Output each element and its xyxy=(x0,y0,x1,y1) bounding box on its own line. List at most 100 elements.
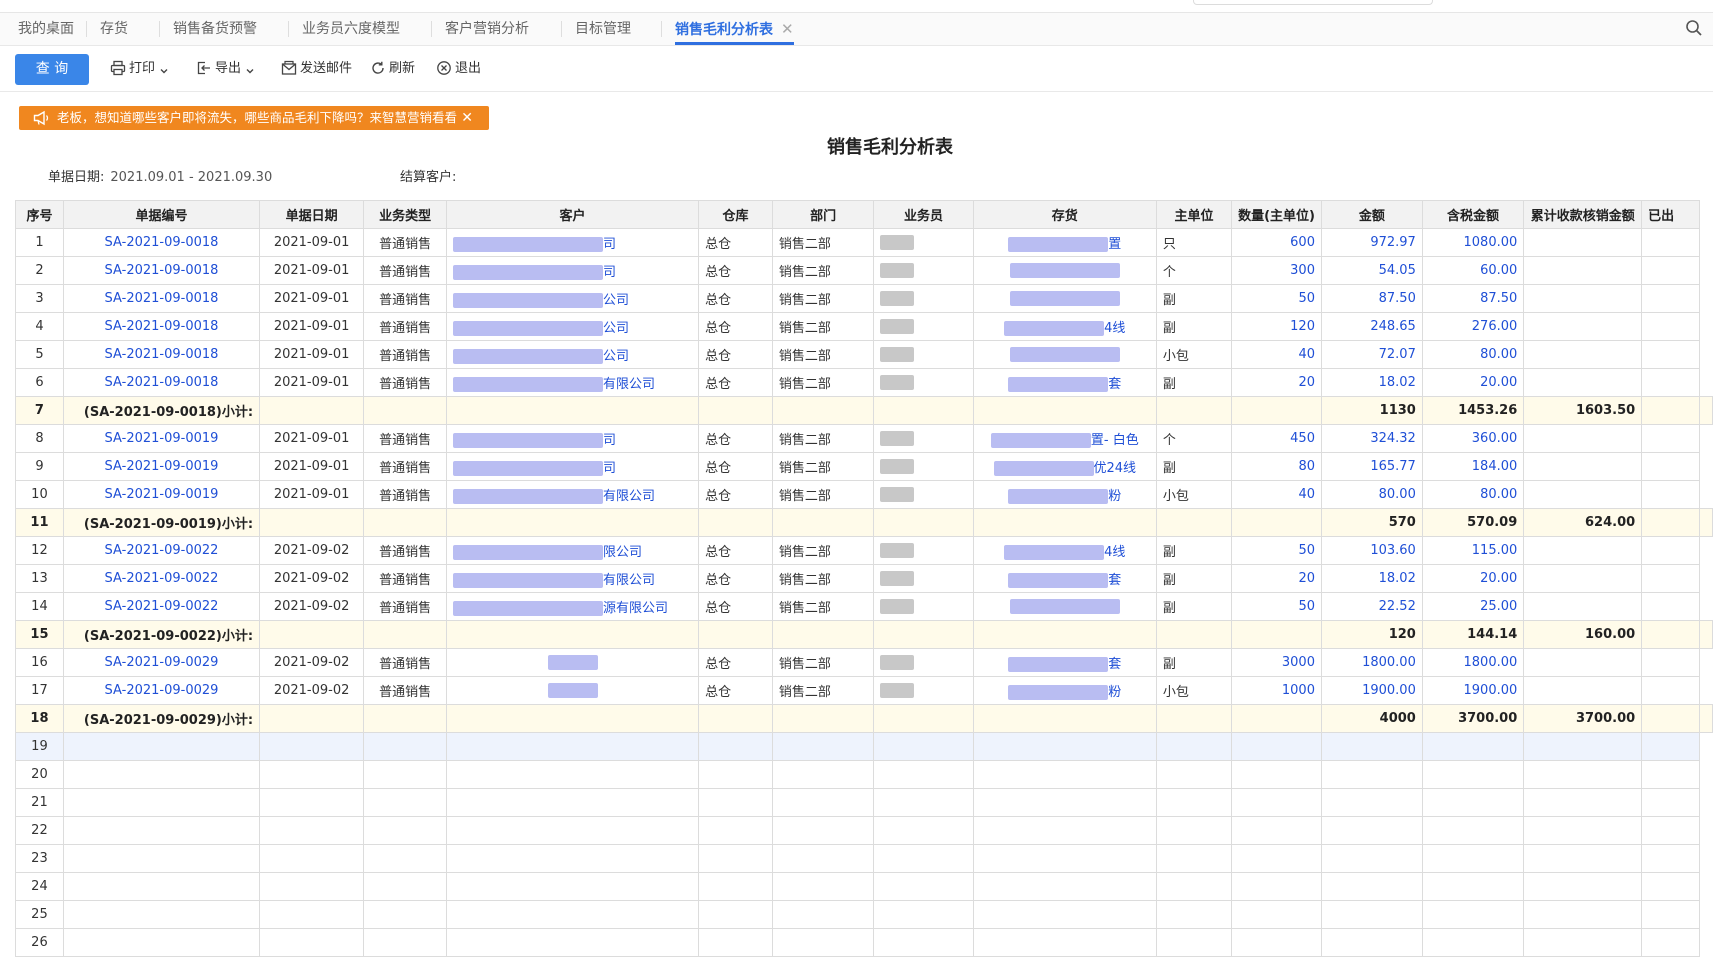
doc-number-link[interactable]: SA-2021-09-0029 xyxy=(62,648,261,677)
tab-1[interactable]: 我的桌面 xyxy=(18,13,74,45)
subtotal-row[interactable]: 18 (SA-2021-09-0029)小计: 4000 3700.00 3700.00 xyxy=(15,704,1713,733)
table-row[interactable]: 16 SA-2021-09-0029 2021-09-02 普通销售 总仓 销售二部 套 副 3… xyxy=(15,648,1713,677)
tab-6[interactable]: 目标管理 xyxy=(575,13,631,45)
table-row[interactable]: 26 xyxy=(15,928,1713,957)
column-header[interactable]: 业务类型 xyxy=(363,200,447,229)
column-header[interactable]: 单据日期 xyxy=(259,200,365,229)
column-header[interactable]: 业务员 xyxy=(873,200,974,229)
inventory-cell[interactable]: 置- 白色 xyxy=(972,424,1157,453)
customer-cell[interactable]: 源有限公司 xyxy=(445,592,700,621)
column-header[interactable]: 客户 xyxy=(445,200,700,229)
table-row[interactable]: 22 xyxy=(15,816,1713,845)
table-row[interactable]: 14 SA-2021-09-0022 2021-09-02 普通销售 源有限公司 总仓 销售… xyxy=(15,592,1713,621)
tab-5[interactable]: 客户营销分析 xyxy=(445,13,529,45)
doc-number-link[interactable]: SA-2021-09-0018 xyxy=(62,284,261,313)
print-button[interactable]: 打印 xyxy=(110,60,172,78)
table-row[interactable]: 4 SA-2021-09-0018 2021-09-01 普通销售 公司 总仓 销售二部 4线… xyxy=(15,312,1713,341)
table-row[interactable]: 6 SA-2021-09-0018 2021-09-01 普通销售 有限公司 总仓 销售二部… xyxy=(15,368,1713,397)
doc-number-link[interactable]: SA-2021-09-0018 xyxy=(62,256,261,285)
customer-cell[interactable] xyxy=(445,648,700,677)
close-tab-icon[interactable]: ✕ xyxy=(781,20,794,38)
customer-cell[interactable]: 有限公司 xyxy=(445,564,700,593)
table-row[interactable]: 2 SA-2021-09-0018 2021-09-01 普通销售 司 总仓 销售二部 个 30… xyxy=(15,256,1713,285)
tab-2[interactable]: 存货 xyxy=(100,13,128,45)
doc-number-link[interactable]: SA-2021-09-0019 xyxy=(62,480,261,509)
customer-cell[interactable]: 公司 xyxy=(445,312,700,341)
customer-cell[interactable]: 公司 xyxy=(445,340,700,369)
doc-number-link[interactable]: SA-2021-09-0018 xyxy=(62,340,261,369)
doc-number-link[interactable]: SA-2021-09-0022 xyxy=(62,592,261,621)
doc-number-link[interactable]: SA-2021-09-0018 xyxy=(62,368,261,397)
inventory-cell[interactable]: 4线 xyxy=(972,312,1157,341)
doc-number-link[interactable]: SA-2021-09-0018 xyxy=(62,228,261,257)
inventory-cell[interactable]: 套 xyxy=(972,368,1157,397)
column-header[interactable]: 累计收款核销金额 xyxy=(1523,200,1643,229)
subtotal-row[interactable]: 15 (SA-2021-09-0022)小计: 120 144.14 160.00 xyxy=(15,620,1713,649)
query-button[interactable]: 查 询 xyxy=(15,54,89,85)
column-header[interactable]: 序号 xyxy=(15,200,64,229)
doc-number-link[interactable]: SA-2021-09-0018 xyxy=(62,312,261,341)
doc-number-link[interactable]: SA-2021-09-0019 xyxy=(62,424,261,453)
inventory-cell[interactable] xyxy=(972,284,1157,313)
column-header[interactable]: 仓库 xyxy=(698,200,773,229)
inventory-cell[interactable]: 粉 xyxy=(972,676,1157,705)
customer-cell[interactable]: 有限公司 xyxy=(445,368,700,397)
tab-4[interactable]: 业务员六度模型 xyxy=(302,13,400,45)
exit-button[interactable]: 退出 xyxy=(436,60,481,78)
customer-cell[interactable]: 有限公司 xyxy=(445,480,700,509)
customer-cell[interactable]: 司 xyxy=(445,424,700,453)
column-header[interactable]: 已出 xyxy=(1641,200,1700,229)
column-header[interactable]: 存货 xyxy=(972,200,1157,229)
customer-cell[interactable]: 限公司 xyxy=(445,536,700,565)
table-row[interactable]: 17 SA-2021-09-0029 2021-09-02 普通销售 总仓 销售二部 粉 小包… xyxy=(15,676,1713,705)
column-header[interactable]: 部门 xyxy=(771,200,875,229)
table-row[interactable]: 13 SA-2021-09-0022 2021-09-02 普通销售 有限公司 总仓 销售二… xyxy=(15,564,1713,593)
doc-number-link[interactable]: SA-2021-09-0029 xyxy=(62,676,261,705)
customer-cell[interactable]: 司 xyxy=(445,256,700,285)
column-header[interactable]: 主单位 xyxy=(1155,200,1233,229)
send-mail-button[interactable]: 发送邮件 xyxy=(281,60,352,78)
doc-number-link[interactable]: SA-2021-09-0019 xyxy=(62,452,261,481)
doc-number-link[interactable]: SA-2021-09-0022 xyxy=(62,536,261,565)
column-header[interactable]: 数量(主单位) xyxy=(1231,200,1322,229)
table-row[interactable]: 19 xyxy=(15,732,1713,761)
export-button[interactable]: 导出 xyxy=(196,60,258,78)
subtotal-row[interactable]: 7 (SA-2021-09-0018)小计: 1130 1453.26 1603.50 xyxy=(15,396,1713,425)
customer-cell[interactable] xyxy=(445,676,700,705)
subtotal-row[interactable]: 11 (SA-2021-09-0019)小计: 570 570.09 624.00 xyxy=(15,508,1713,537)
table-row[interactable]: 21 xyxy=(15,788,1713,817)
customer-cell[interactable]: 司 xyxy=(445,452,700,481)
column-header[interactable]: 含税金额 xyxy=(1421,200,1525,229)
search-icon[interactable] xyxy=(1685,19,1705,39)
customer-cell[interactable]: 司 xyxy=(445,228,700,257)
inventory-cell[interactable] xyxy=(972,592,1157,621)
table-row[interactable]: 23 xyxy=(15,844,1713,873)
table-row[interactable]: 3 SA-2021-09-0018 2021-09-01 普通销售 公司 总仓 销售二部 副 5… xyxy=(15,284,1713,313)
inventory-cell[interactable]: 套 xyxy=(972,564,1157,593)
global-search-box[interactable] xyxy=(1193,0,1433,5)
inventory-cell[interactable] xyxy=(972,256,1157,285)
column-header[interactable]: 金额 xyxy=(1320,200,1423,229)
table-row[interactable]: 10 SA-2021-09-0019 2021-09-01 普通销售 有限公司 总仓 销售二… xyxy=(15,480,1713,509)
table-row[interactable]: 1 SA-2021-09-0018 2021-09-01 普通销售 司 总仓 销售二部 置 只 6… xyxy=(15,228,1713,257)
table-row[interactable]: 25 xyxy=(15,900,1713,929)
inventory-cell[interactable]: 优24线 xyxy=(972,452,1157,481)
refresh-button[interactable]: 刷新 xyxy=(370,60,415,78)
inventory-cell[interactable]: 4线 xyxy=(972,536,1157,565)
customer-cell[interactable]: 公司 xyxy=(445,284,700,313)
tab-3[interactable]: 销售备货预警 xyxy=(173,13,257,45)
table-row[interactable]: 24 xyxy=(15,872,1713,901)
column-header[interactable]: 单据编号 xyxy=(62,200,261,229)
table-row[interactable]: 12 SA-2021-09-0022 2021-09-02 普通销售 限公司 总仓 销售二部… xyxy=(15,536,1713,565)
table-row[interactable]: 20 xyxy=(15,760,1713,789)
inventory-cell[interactable]: 置 xyxy=(972,228,1157,257)
table-row[interactable]: 5 SA-2021-09-0018 2021-09-01 普通销售 公司 总仓 销售二部 小包… xyxy=(15,340,1713,369)
promo-banner[interactable]: 老板，想知道哪些客户即将流失，哪些商品毛利下降吗？来智慧营销看看 ✕ xyxy=(19,106,489,130)
inventory-cell[interactable]: 粉 xyxy=(972,480,1157,509)
close-icon[interactable]: ✕ xyxy=(461,106,473,130)
doc-number-link[interactable]: SA-2021-09-0022 xyxy=(62,564,261,593)
inventory-cell[interactable] xyxy=(972,340,1157,369)
table-row[interactable]: 8 SA-2021-09-0019 2021-09-01 普通销售 司 总仓 销售二部 置- … xyxy=(15,424,1713,453)
tab-7[interactable]: 销售毛利分析表 ✕ xyxy=(675,13,794,45)
inventory-cell[interactable]: 套 xyxy=(972,648,1157,677)
